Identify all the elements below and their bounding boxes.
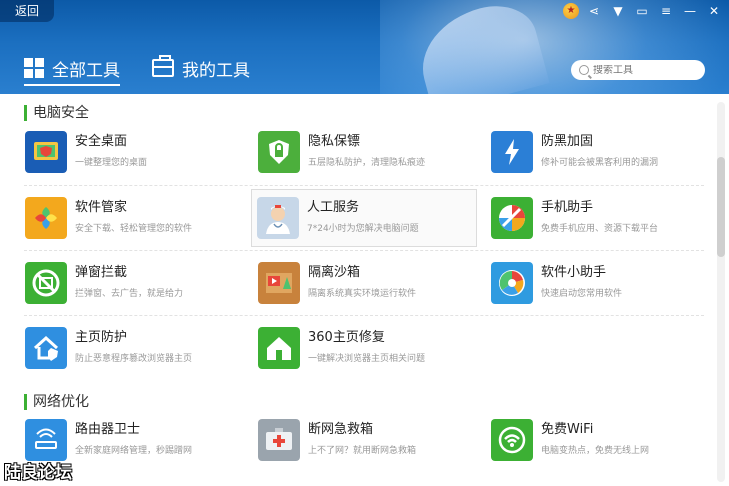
tool-name: 弹窗拦截 [75, 265, 128, 280]
tab-label: 全部工具 [52, 60, 120, 81]
router-icon [25, 419, 67, 461]
tool-desc: 隔离系统真实环境运行软件 [308, 289, 417, 299]
tool-desc: 修补可能会被黑客利用的漏洞 [541, 158, 659, 168]
tool-desc: 一键整理您的桌面 [75, 158, 148, 168]
tool-name: 隐私保镖 [308, 134, 361, 149]
tool-network-firstaid[interactable]: 断网急救箱 上不了网？就用断网急救箱 [257, 411, 483, 469]
tool-desc: 防止恶意程序篡改浏览器主页 [75, 354, 193, 364]
tab-bar: 全部工具 我的工具 [24, 54, 250, 86]
window-controls: ★ ⋖ ▼ ▭ ≡ — ✕ [563, 2, 723, 20]
tool-desc: 拦弹窗、去广告，就是给力 [75, 289, 184, 299]
tool-list: 电脑安全 安全桌面 一键整理您的桌面 隐私保镖 五层隐私防护，清理隐私痕迹 防黑… [0, 94, 729, 486]
tool-free-wifi[interactable]: 免费WiFi 电脑变热点，免费无线上网 [490, 411, 716, 469]
menu-icon[interactable]: ≡ [657, 2, 675, 20]
software-helper-icon [491, 262, 533, 304]
first-aid-kit-icon [258, 419, 300, 461]
close-icon[interactable]: ✕ [705, 2, 723, 20]
tool-desc: 全新家庭网络管理，秒踢蹭网 [75, 446, 193, 456]
tool-desc: 上不了网？就用断网急救箱 [308, 446, 417, 456]
tool-anti-hack[interactable]: 防黑加固 修补可能会被黑客利用的漏洞 [490, 123, 716, 181]
tool-desc: 五层隐私防护，清理隐私痕迹 [308, 158, 426, 168]
search-input[interactable] [593, 64, 693, 76]
tool-privacy-guard[interactable]: 隐私保镖 五层隐私防护，清理隐私痕迹 [257, 123, 483, 181]
tool-desc: 免费手机应用、资源下载平台 [541, 224, 659, 234]
tool-name: 断网急救箱 [308, 422, 374, 437]
phone-assistant-icon [491, 197, 533, 239]
section-title-security: 电脑安全 [24, 105, 89, 121]
tool-name: 360主页修复 [308, 330, 385, 345]
tool-desc: 电脑变热点，免费无线上网 [541, 446, 650, 456]
scrollbar-thumb[interactable] [717, 157, 725, 257]
sandbox-icon [258, 262, 300, 304]
doctor-avatar-icon [257, 197, 299, 239]
tool-homepage-repair[interactable]: 360主页修复 一键解决浏览器主页相关问题 [257, 319, 483, 377]
tool-homepage-guard[interactable]: 主页防护 防止恶意程序篡改浏览器主页 [24, 319, 250, 377]
tool-name: 隔离沙箱 [308, 265, 361, 280]
tool-name: 软件管家 [75, 200, 128, 215]
tool-popup-blocker[interactable]: 弹窗拦截 拦弹窗、去广告，就是给力 [24, 254, 250, 312]
toolbox-icon [152, 55, 174, 77]
tool-desc: 安全下载、轻松管理您的软件 [75, 224, 193, 234]
scrollbar-track[interactable] [717, 102, 725, 482]
tool-name: 主页防护 [75, 330, 128, 345]
homepage-repair-icon [258, 327, 300, 369]
grid-icon [24, 58, 44, 78]
tool-desc: 一键解决浏览器主页相关问题 [308, 354, 426, 364]
tool-sandbox[interactable]: 隔离沙箱 隔离系统真实环境运行软件 [257, 254, 483, 312]
tool-name: 手机助手 [541, 200, 594, 215]
popup-block-icon [25, 262, 67, 304]
search-icon[interactable] [579, 65, 589, 75]
section-title-network: 网络优化 [24, 394, 89, 410]
medal-icon[interactable]: ★ [563, 3, 579, 19]
tool-software-helper[interactable]: 软件小助手 快速启动您常用软件 [490, 254, 716, 312]
homepage-guard-icon [25, 327, 67, 369]
tool-name: 路由器卫士 [75, 422, 141, 437]
wifi-icon [491, 419, 533, 461]
tool-desc: 快速启动您常用软件 [541, 289, 623, 299]
privacy-lock-icon [258, 131, 300, 173]
row-divider [24, 315, 704, 316]
row-divider [24, 185, 704, 186]
tool-safe-desktop[interactable]: 安全桌面 一键整理您的桌面 [24, 123, 250, 181]
software-manager-icon [25, 197, 67, 239]
search-box [571, 60, 705, 80]
message-icon[interactable]: ▭ [633, 2, 651, 20]
share-icon[interactable]: ⋖ [585, 2, 603, 20]
tool-desc: 7*24小时为您解决电脑问题 [307, 224, 419, 234]
tool-name: 安全桌面 [75, 134, 128, 149]
back-button[interactable]: 返回 [0, 0, 54, 22]
tab-label: 我的工具 [182, 60, 250, 81]
watermark-text: 陆良论坛 [4, 463, 72, 483]
tab-my-tools[interactable]: 我的工具 [152, 54, 250, 82]
header-banner: 返回 ★ ⋖ ▼ ▭ ≡ — ✕ 全部工具 我的工具 [0, 0, 729, 94]
tool-human-service[interactable]: 人工服务 7*24小时为您解决电脑问题 [251, 189, 477, 247]
tool-software-manager[interactable]: 软件管家 安全下载、轻松管理您的软件 [24, 189, 250, 247]
safe-desktop-icon [25, 131, 67, 173]
tool-name: 人工服务 [307, 200, 360, 215]
skin-icon[interactable]: ▼ [609, 2, 627, 20]
minimize-icon[interactable]: — [681, 2, 699, 20]
tab-all-tools[interactable]: 全部工具 [24, 54, 120, 86]
lightning-shield-icon [491, 131, 533, 173]
tool-name: 免费WiFi [541, 422, 594, 437]
row-divider [24, 250, 704, 251]
tool-phone-assistant[interactable]: 手机助手 免费手机应用、资源下载平台 [490, 189, 716, 247]
tool-name: 防黑加固 [541, 134, 594, 149]
tool-name: 软件小助手 [541, 265, 607, 280]
